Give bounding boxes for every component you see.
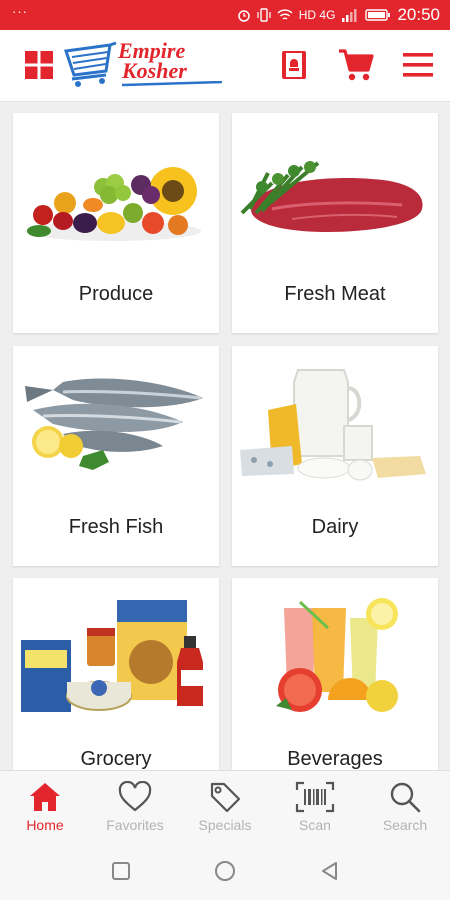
nav-label: Favorites xyxy=(106,817,164,833)
fresh-meat-image xyxy=(240,161,423,233)
tag-icon xyxy=(210,782,241,813)
tile-label: Fresh Meat xyxy=(284,283,386,305)
nav-specials[interactable]: Specials xyxy=(180,771,270,843)
dairy-image xyxy=(240,369,426,481)
app-header: Empire Kosher xyxy=(0,30,450,102)
tile-label: Produce xyxy=(78,283,154,305)
category-grid: Produce Fresh Meat Fresh Fish Dairy Groc… xyxy=(0,103,450,770)
home-circle-icon[interactable] xyxy=(214,860,236,882)
category-tile-dairy[interactable]: Dairy xyxy=(232,346,438,566)
brand-logo[interactable]: Empire Kosher xyxy=(64,40,224,89)
grocery-image xyxy=(21,600,203,712)
network-label: HD 4G xyxy=(298,8,336,22)
bottom-navigation: Home Favorites Specials Scan Search xyxy=(0,770,450,842)
clock: 20:50 xyxy=(397,5,440,24)
status-bar: ··· HD 4G 20:50 xyxy=(0,0,450,30)
logo-cart-icon xyxy=(64,41,117,87)
status-indicators: HD 4G 20:50 xyxy=(237,5,440,25)
nav-search[interactable]: Search xyxy=(360,771,450,843)
tile-label: Fresh Fish xyxy=(68,516,164,538)
cart-button[interactable] xyxy=(338,47,374,83)
cart-icon xyxy=(339,49,374,81)
tile-label: Beverages xyxy=(287,748,383,770)
nav-scan[interactable]: Scan xyxy=(270,771,360,843)
fresh-fish-image xyxy=(25,378,203,470)
barcode-icon xyxy=(295,781,335,813)
logo-underline xyxy=(122,81,222,87)
menu-button[interactable] xyxy=(400,47,436,83)
beverages-image xyxy=(276,598,398,712)
produce-image xyxy=(25,167,201,241)
category-tile-grocery[interactable]: Grocery xyxy=(13,578,219,770)
back-icon[interactable] xyxy=(320,861,340,881)
category-tile-fresh-fish[interactable]: Fresh Fish xyxy=(13,346,219,566)
nav-label: Search xyxy=(382,817,428,833)
category-tile-produce[interactable]: Produce xyxy=(13,113,219,333)
tile-label: Grocery xyxy=(80,748,152,770)
tile-label: Dairy xyxy=(311,516,359,538)
nav-label: Scan xyxy=(299,817,331,833)
alarm-icon xyxy=(238,10,250,22)
battery-icon xyxy=(365,9,391,21)
search-icon xyxy=(390,782,421,813)
nav-home[interactable]: Home xyxy=(0,771,90,843)
shopping-list-icon xyxy=(282,51,306,79)
hamburger-menu-icon xyxy=(403,53,433,77)
wifi-icon xyxy=(277,9,293,20)
category-tile-beverages[interactable]: Beverages xyxy=(232,578,438,770)
nav-favorites[interactable]: Favorites xyxy=(90,771,180,843)
system-navigation-bar xyxy=(0,842,450,900)
signal-icon xyxy=(342,9,357,22)
nav-label: Home xyxy=(26,817,64,833)
category-tile-fresh-meat[interactable]: Fresh Meat xyxy=(232,113,438,333)
heart-icon xyxy=(118,781,152,812)
home-icon xyxy=(30,783,60,811)
shopping-list-button[interactable] xyxy=(276,47,312,83)
header-actions xyxy=(276,47,436,83)
vibrate-icon xyxy=(257,8,271,22)
brand-line-2: Kosher xyxy=(122,58,187,83)
nav-label: Specials xyxy=(198,817,252,833)
recent-apps-icon[interactable] xyxy=(111,861,131,881)
category-grid-icon[interactable] xyxy=(24,50,54,80)
notification-dots: ··· xyxy=(12,4,28,19)
brand-wordmark: Empire Kosher xyxy=(118,40,187,83)
